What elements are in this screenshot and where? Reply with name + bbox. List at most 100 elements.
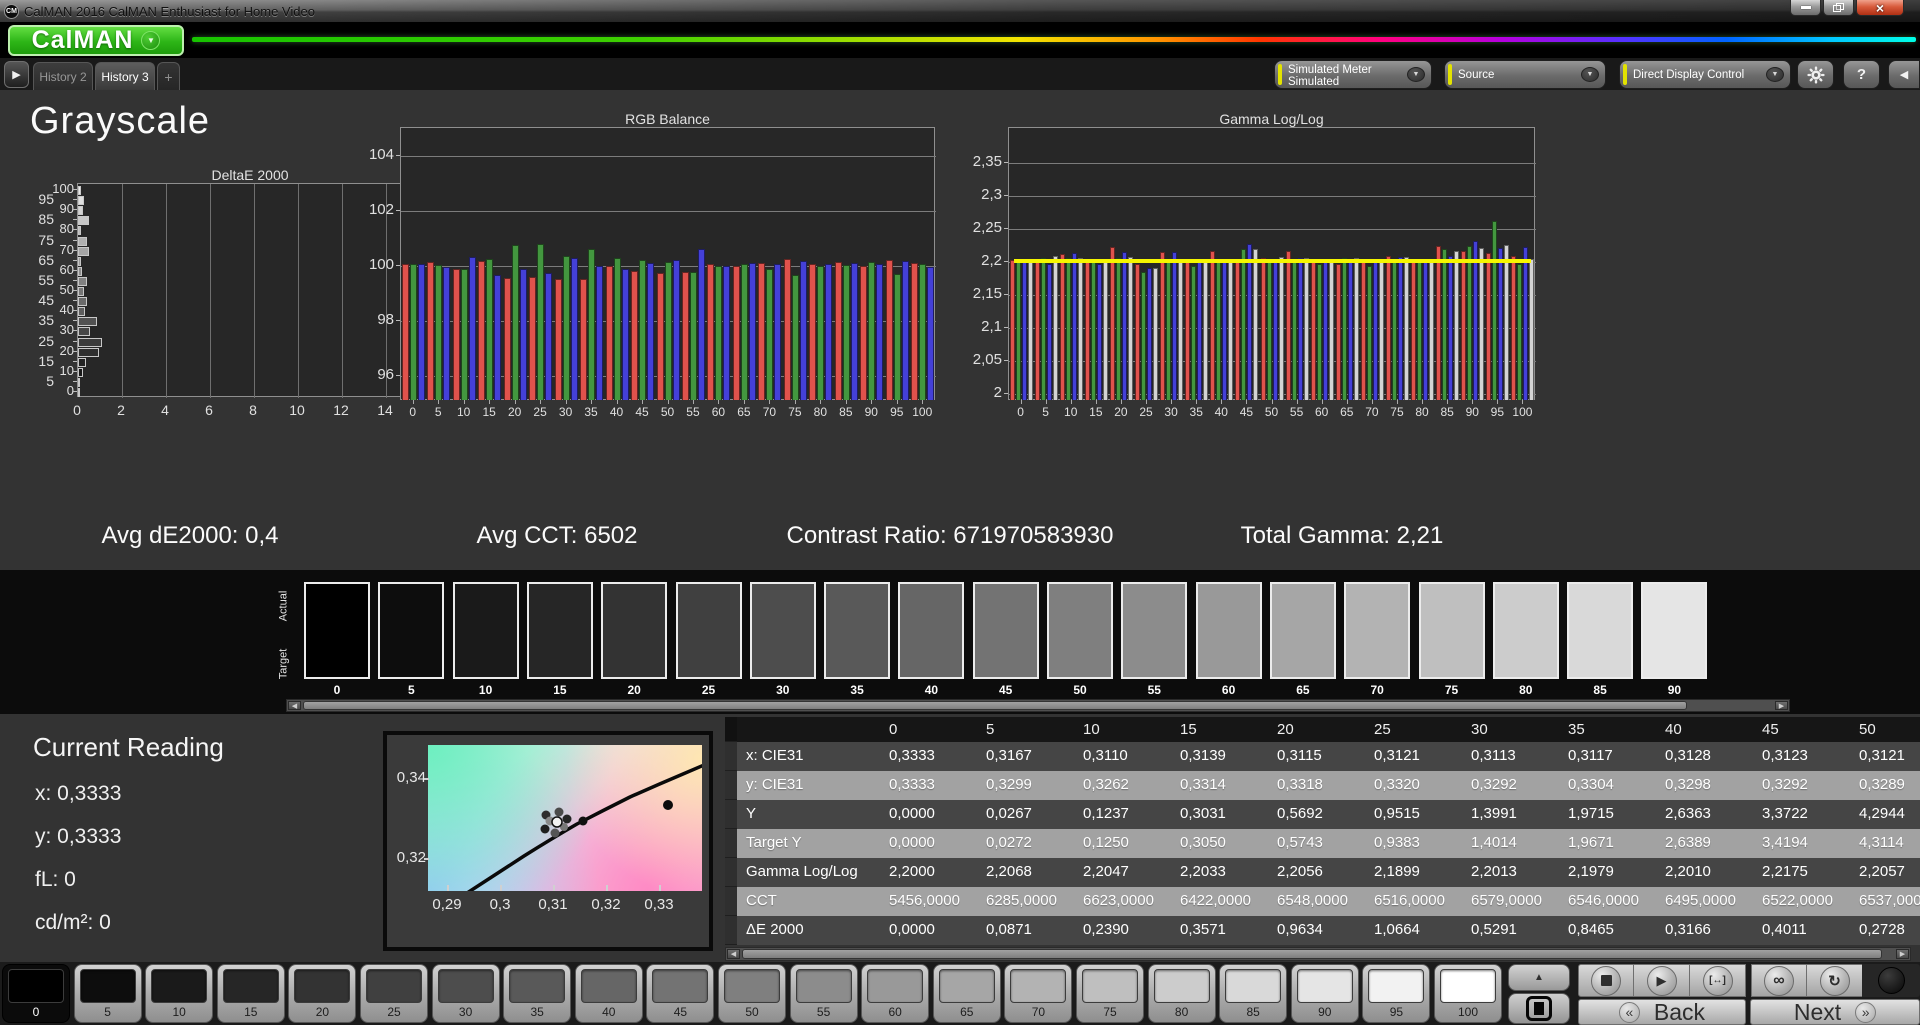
gamma-chart-x-tick: 90 bbox=[1465, 405, 1479, 419]
patch-button-95[interactable]: 95 bbox=[1362, 964, 1431, 1023]
patch-button-30[interactable]: 30 bbox=[431, 964, 500, 1023]
scroll-left-icon[interactable]: ◀ bbox=[727, 949, 740, 959]
cie-x-tick: 0,33 bbox=[644, 896, 674, 913]
scroll-right-icon[interactable]: ▶ bbox=[1896, 949, 1909, 959]
tab-history-3[interactable]: History 3 bbox=[95, 62, 155, 90]
gamma-chart-bar-blue bbox=[1147, 267, 1153, 400]
swatch-label-75: 75 bbox=[1444, 683, 1459, 697]
patch-button-85[interactable]: 85 bbox=[1219, 964, 1288, 1023]
patch-button-20[interactable]: 20 bbox=[288, 964, 357, 1023]
tick-mark bbox=[692, 400, 694, 404]
table-row-Y[interactable]: Y 0,0000 0,0267 0,1237 0,3031 0,5692 0,9515 1,3… bbox=[725, 800, 1920, 829]
gamma-chart-x-tick: 100 bbox=[1512, 405, 1533, 419]
patch-label: 20 bbox=[315, 1005, 330, 1019]
patch-label: 100 bbox=[1457, 1005, 1479, 1019]
table-row-Target Y[interactable]: Target Y 0,0000 0,0272 0,1250 0,3050 0,5743 0,… bbox=[725, 829, 1920, 858]
continuous-read-button[interactable]: ∞ bbox=[1751, 964, 1807, 997]
table-row-x: CIE31[interactable]: x: CIE31 0,3333 0,3167 0,3110 0,3139 0,3115 0,… bbox=[725, 742, 1920, 771]
gamma-chart-x-tick: 45 bbox=[1239, 405, 1254, 419]
tab-history-2[interactable]: History 2 bbox=[33, 62, 93, 90]
scrollbar-thumb[interactable] bbox=[742, 949, 1882, 959]
back-button[interactable]: « Back bbox=[1578, 999, 1746, 1025]
rgb-balance-chart-bar-green bbox=[919, 263, 927, 400]
pattern-window-button[interactable] bbox=[1508, 993, 1570, 1024]
patch-button-45[interactable]: 45 bbox=[646, 964, 715, 1023]
patch-button-15[interactable]: 15 bbox=[216, 964, 285, 1023]
patch-button-40[interactable]: 40 bbox=[574, 964, 643, 1023]
add-tab-button[interactable]: + bbox=[157, 62, 180, 90]
deltae-x-tick: 10 bbox=[289, 402, 305, 418]
rgb-balance-chart-x-tick: 60 bbox=[711, 405, 726, 419]
settings-button[interactable] bbox=[1797, 60, 1834, 89]
collapse-panel-button[interactable]: ◀ bbox=[1888, 60, 1920, 89]
table-cell: 0,3128 bbox=[1665, 747, 1711, 764]
tick-mark bbox=[73, 209, 77, 211]
cie-y-tick: 0,34 bbox=[396, 769, 426, 786]
table-cell: 0,0272 bbox=[986, 834, 1032, 851]
reading-y: y: 0,3333 bbox=[35, 825, 122, 848]
patch-button-35[interactable]: 35 bbox=[503, 964, 572, 1023]
tick-mark bbox=[73, 249, 77, 251]
gamma-chart-bar-green bbox=[1115, 258, 1121, 400]
help-button[interactable]: ? bbox=[1843, 60, 1880, 89]
scroll-right-icon[interactable]: ▶ bbox=[1775, 701, 1788, 710]
gamma-chart-bar-green bbox=[1517, 263, 1523, 400]
table-row-Gamma Log/Log[interactable]: Gamma Log/Log 2,2000 2,2068 2,2047 2,2033 2,2… bbox=[725, 858, 1920, 887]
patch-button-10[interactable]: 10 bbox=[145, 964, 214, 1023]
swatch-label-50: 50 bbox=[1073, 683, 1087, 697]
table-scrollbar[interactable]: ◀ ▶ bbox=[725, 947, 1911, 961]
gamma-chart-x-tick: 10 bbox=[1064, 405, 1078, 419]
table-cell: 2,2056 bbox=[1277, 863, 1323, 880]
patch-button-55[interactable]: 55 bbox=[789, 964, 858, 1023]
patch-button-70[interactable]: 70 bbox=[1004, 964, 1073, 1023]
refresh-button[interactable]: ↻ bbox=[1807, 964, 1863, 997]
scroll-left-icon[interactable]: ◀ bbox=[288, 701, 301, 710]
table-cell: 0,3262 bbox=[1083, 776, 1129, 793]
next-button[interactable]: Next » bbox=[1750, 999, 1920, 1025]
patch-button-65[interactable]: 65 bbox=[932, 964, 1001, 1023]
restore-button[interactable] bbox=[1823, 0, 1854, 16]
swatch-label-5: 5 bbox=[407, 683, 415, 697]
contrast-ratio-stat: Contrast Ratio: 671970583930 bbox=[786, 522, 1114, 549]
tick-mark bbox=[73, 300, 77, 302]
deltae-bar bbox=[78, 377, 80, 387]
patch-button-25[interactable]: 25 bbox=[360, 964, 428, 1023]
patch-button-50[interactable]: 50 bbox=[718, 964, 786, 1023]
gamma-chart-bar-green bbox=[1291, 261, 1297, 400]
row-label: ΔE 2000 bbox=[746, 921, 804, 938]
play-button[interactable]: ▶ bbox=[1634, 964, 1690, 997]
swatch-scrollbar[interactable]: ◀ ▶ bbox=[286, 699, 1790, 712]
stop-button[interactable] bbox=[1578, 964, 1634, 997]
rgb-balance-chart-bar-green bbox=[868, 261, 876, 400]
minimize-button[interactable] bbox=[1790, 0, 1821, 16]
patch-button-100[interactable]: 100 bbox=[1434, 964, 1502, 1023]
display-control-dropdown[interactable]: Direct Display Control ▼ bbox=[1619, 60, 1791, 89]
calman-menu-button[interactable]: CalMAN ▼ bbox=[8, 25, 184, 56]
chevron-down-icon: ▼ bbox=[1581, 67, 1599, 82]
table-row-CCT[interactable]: CCT 5456,0000 6285,0000 6623,0000 6422,0000 6… bbox=[725, 887, 1920, 916]
patch-swatch bbox=[938, 969, 995, 1003]
patch-button-90[interactable]: 90 bbox=[1290, 964, 1359, 1023]
table-row-ΔE 2000[interactable]: ΔE 2000 0,0000 0,0871 0,2390 0,3571 0,9634 1,0… bbox=[725, 916, 1920, 945]
scrollbar-thumb[interactable] bbox=[303, 701, 1687, 710]
step-read-button[interactable]: [↔] bbox=[1690, 964, 1746, 997]
source-dropdown[interactable]: Source ▼ bbox=[1444, 60, 1606, 89]
patch-button-75[interactable]: 75 bbox=[1076, 964, 1144, 1023]
table-row-y: CIE31[interactable]: y: CIE31 0,3333 0,3299 0,3262 0,3314 0,3318 0,… bbox=[725, 771, 1920, 800]
grayscale-swatch-55 bbox=[1121, 582, 1188, 679]
meter-dropdown[interactable]: Simulated Meter Simulated ▼ bbox=[1274, 60, 1432, 89]
tick-mark bbox=[1020, 400, 1022, 404]
table-cell: 0,3117 bbox=[1568, 747, 1613, 764]
source-accent bbox=[1448, 64, 1452, 85]
patch-button-60[interactable]: 60 bbox=[861, 964, 930, 1023]
patch-button-80[interactable]: 80 bbox=[1147, 964, 1216, 1023]
tab-nav-arrow-button[interactable]: ▶ bbox=[4, 61, 29, 88]
patch-button-5[interactable]: 5 bbox=[73, 964, 142, 1023]
patch-button-0[interactable]: 0 bbox=[2, 964, 70, 1023]
gamma-chart-y-tick: 2,05 bbox=[972, 351, 1002, 368]
close-button[interactable]: × bbox=[1856, 0, 1904, 16]
tick-mark bbox=[553, 885, 555, 891]
table-cell: 6516,0000 bbox=[1374, 892, 1445, 909]
patch-panel-expand-button[interactable]: ▲ bbox=[1508, 964, 1570, 991]
gamma-chart-bar-white bbox=[1102, 259, 1108, 400]
